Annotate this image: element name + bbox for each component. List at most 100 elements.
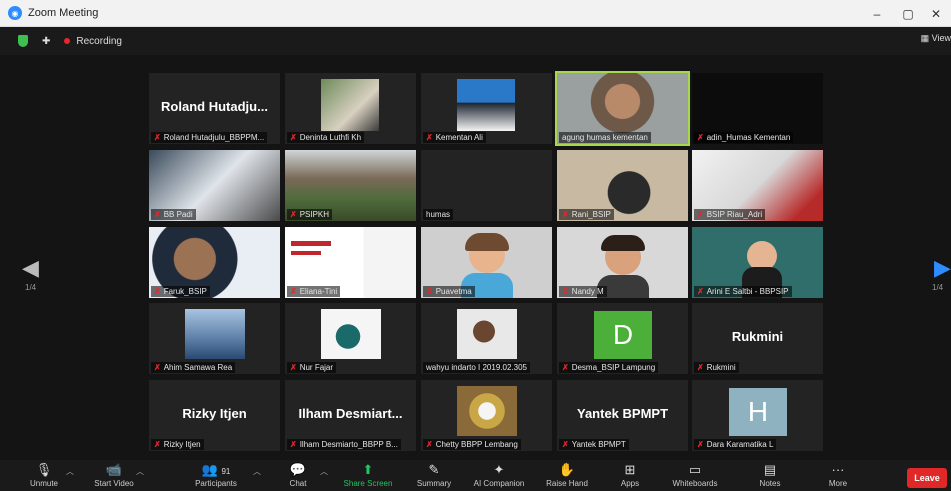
participant-video <box>321 79 379 131</box>
leave-button[interactable]: Leave <box>907 468 947 488</box>
participant-label: ✗ BSIP Riau_Adri <box>694 209 766 220</box>
muted-mic-icon: ✗ <box>290 363 297 372</box>
window-titlebar: ◉ Zoom Meeting – ▢ ✕ <box>0 0 951 27</box>
participant-label: ✗ Kementan Ali <box>423 132 486 143</box>
participants-options-chevron-icon[interactable]: ︿ <box>253 466 261 477</box>
muted-mic-icon: ✗ <box>697 440 704 449</box>
participant-label: ✗ Faruk_BSIP <box>151 286 210 297</box>
participant-video <box>457 79 515 131</box>
muted-mic-icon: ✗ <box>697 133 704 142</box>
meeting-topbar: ✚ Recording ▦ View <box>0 27 951 55</box>
participant-label: ✗ Dara Karamatika L <box>694 439 777 450</box>
participant-tile[interactable]: ✗ adin_Humas Kementan <box>692 73 823 144</box>
chat-bubble-icon: 💬 <box>289 462 307 477</box>
participant-tile[interactable]: ✗ Arini E Saltbi - BBPSIP <box>692 227 823 298</box>
participant-tile[interactable]: ✗ Puavetma <box>421 227 552 298</box>
participant-video <box>457 386 517 436</box>
participants-button[interactable]: 👥 91 Participants <box>186 462 246 488</box>
muted-microphone-icon: 🎙 <box>35 462 53 477</box>
muted-mic-icon: ✗ <box>154 210 161 219</box>
participant-tile[interactable]: humas <box>421 150 552 221</box>
participant-label: ✗ Desma_BSIP Lampung <box>559 362 659 373</box>
prev-page-arrow-icon[interactable]: ◀ <box>22 255 39 281</box>
participant-tile[interactable]: ✗ Nur Fajar <box>285 303 416 374</box>
notes-button[interactable]: ▤ Notes <box>740 462 800 488</box>
participant-name-large: Roland Hutadju... <box>161 99 268 114</box>
participants-icon: 👥 91 <box>201 462 231 477</box>
right-page-indicator: 1/4 <box>932 283 944 292</box>
participant-tile-active-speaker[interactable]: agung humas kementan <box>555 71 690 146</box>
participant-tile[interactable]: ✗ Chetty BBPP Lembang <box>421 380 552 451</box>
summary-icon: ✎ <box>428 462 440 477</box>
participant-tile[interactable]: Roland Hutadju... ✗ Roland Hutadjulu_BBPP… <box>149 73 280 144</box>
recording-indicator[interactable]: Recording <box>76 36 122 47</box>
participant-tile[interactable]: ✗ Faruk_BSIP <box>149 227 280 298</box>
info-flag-icon[interactable]: ✚ <box>42 36 50 47</box>
participant-tile[interactable]: ✗ PSIPKH <box>285 150 416 221</box>
participant-tile[interactable]: ✗ BSIP Riau_Adri <box>692 150 823 221</box>
participant-initial-avatar: D <box>594 311 652 359</box>
start-video-button[interactable]: 📹 Start Video <box>84 462 144 488</box>
unmute-button[interactable]: 🎙 Unmute <box>14 462 74 488</box>
participant-label: ✗ Yantek BPMPT <box>559 439 629 450</box>
participant-tile[interactable]: ✗ Ahim Samawa Rea <box>149 303 280 374</box>
participant-tile[interactable]: Rukmini ✗ Rukmini <box>692 303 823 374</box>
avatar-hair <box>465 233 509 251</box>
participant-label: ✗ Nandy M <box>559 286 607 297</box>
participant-tile[interactable]: D ✗ Desma_BSIP Lampung <box>557 303 688 374</box>
participant-tile[interactable]: Rizky Itjen ✗ Rizky Itjen <box>149 380 280 451</box>
next-page-arrow-icon[interactable]: ▶ <box>934 255 951 281</box>
video-gallery: ◀ 1/4 ▶ 1/4 Roland Hutadju... ✗ Roland Hu… <box>0 55 951 460</box>
participant-tile[interactable]: ✗ Eliana-Tini <box>285 227 416 298</box>
participant-tile[interactable]: ✗ Deninta Luthfi Kh <box>285 73 416 144</box>
participant-initial-avatar: H <box>729 388 787 436</box>
participant-tile[interactable]: ✗ Rani_BSIP <box>557 150 688 221</box>
more-dots-icon: ··· <box>831 462 845 477</box>
participant-tile[interactable]: ✗ Kementan Ali <box>421 73 552 144</box>
muted-mic-icon: ✗ <box>154 440 161 449</box>
summary-button[interactable]: ✎ Summary <box>404 462 464 488</box>
participant-label: ✗ Ahim Samawa Rea <box>151 362 236 373</box>
muted-mic-icon: ✗ <box>426 133 433 142</box>
participant-name-large: Rizky Itjen <box>182 406 247 421</box>
participant-tile[interactable]: Ilham Desmiart... ✗ Ilham Desmiarto_BBPP … <box>285 380 416 451</box>
muted-mic-icon: ✗ <box>154 287 161 296</box>
participant-tile[interactable]: wahyu indarto I 2019.02.305 <box>421 303 552 374</box>
participant-name-large: Rukmini <box>731 329 784 344</box>
whiteboards-button[interactable]: ▭ Whiteboards <box>665 462 725 488</box>
participant-label: ✗ Eliana-Tini <box>287 286 341 297</box>
raise-hand-button[interactable]: ✋ Raise Hand <box>537 462 597 488</box>
muted-mic-icon: ✗ <box>697 287 704 296</box>
chat-options-chevron-icon[interactable]: ︿ <box>320 466 328 477</box>
audio-options-chevron-icon[interactable]: ︿ <box>66 466 74 477</box>
share-screen-button[interactable]: ⬆ Share Screen <box>338 462 398 488</box>
muted-mic-icon: ✗ <box>697 210 704 219</box>
ai-companion-button[interactable]: ✦ AI Companion <box>469 462 529 488</box>
participant-tile[interactable]: Yantek BPMPT ✗ Yantek BPMPT <box>557 380 688 451</box>
slide-heading-bar <box>291 251 321 255</box>
whiteboard-icon: ▭ <box>688 462 702 477</box>
security-shield-icon[interactable] <box>18 35 28 47</box>
apps-button[interactable]: ⊞ Apps <box>600 462 660 488</box>
participant-tile[interactable]: ✗ BB Padi <box>149 150 280 221</box>
participant-tile[interactable]: H ✗ Dara Karamatika L <box>692 380 823 451</box>
avatar-hair <box>601 235 645 251</box>
participant-video <box>321 309 381 359</box>
minimize-button[interactable]: – <box>862 0 892 27</box>
participant-label: ✗ Roland Hutadjulu_BBPPM... <box>151 132 268 143</box>
participant-label: ✗ Ilham Desmiarto_BBPP B... <box>287 439 401 450</box>
video-options-chevron-icon[interactable]: ︿ <box>136 466 144 477</box>
participant-video <box>457 309 517 359</box>
slide-heading-bar <box>291 241 331 246</box>
maximize-button[interactable]: ▢ <box>893 0 923 27</box>
chat-button[interactable]: 💬 Chat <box>268 462 328 488</box>
participant-video <box>185 309 245 359</box>
view-button[interactable]: ▦ View <box>921 33 951 44</box>
muted-mic-icon: ✗ <box>562 440 569 449</box>
more-button[interactable]: ··· More <box>808 462 868 488</box>
participant-label: ✗ Rani_BSIP <box>559 209 614 220</box>
share-screen-icon: ⬆ <box>362 462 374 477</box>
participant-label: ✗ BB Padi <box>151 209 196 220</box>
participant-tile[interactable]: ✗ Nandy M <box>557 227 688 298</box>
close-button[interactable]: ✕ <box>921 0 951 27</box>
